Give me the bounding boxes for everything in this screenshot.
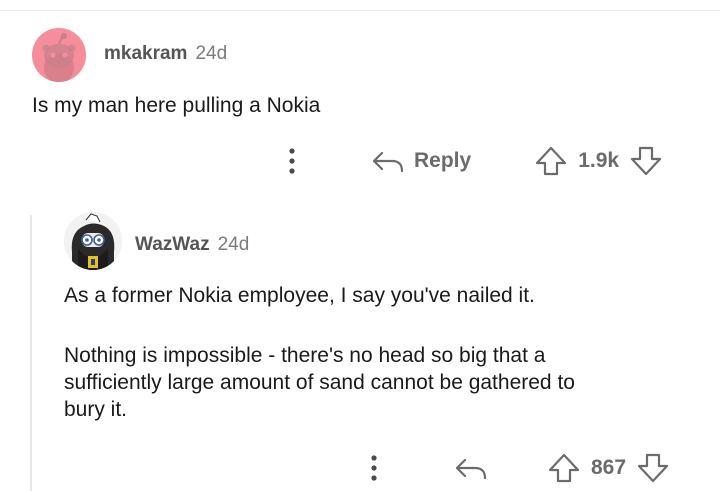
downvote-button[interactable] — [636, 453, 670, 483]
author-name[interactable]: WazWaz — [135, 234, 210, 256]
author-name[interactable]: mkakram — [104, 43, 187, 65]
snoo-avatar-icon — [42, 33, 76, 82]
downvote-button[interactable] — [629, 146, 663, 176]
vote-count: 1.9k — [578, 149, 620, 172]
reply-button[interactable]: Reply — [372, 143, 471, 179]
upvote-button[interactable] — [547, 453, 581, 483]
reply-body-line-2: sufficiently large amount of sand cannot… — [64, 371, 575, 394]
top-divider — [0, 10, 720, 11]
downvote-arrow-icon — [637, 453, 669, 483]
thread-line[interactable] — [30, 215, 32, 491]
reply-body-line-1: Nothing is impossible - there's no head … — [64, 344, 546, 367]
downvote-arrow-icon — [630, 146, 662, 176]
reply-body-line-3: bury it. — [64, 398, 128, 421]
reply-arrow-icon — [455, 458, 487, 479]
reply-body-paragraph-1: As a former Nokia employee, I say you've… — [64, 284, 535, 307]
avatar[interactable] — [32, 28, 86, 82]
avatar[interactable] — [64, 212, 122, 270]
more-options-button[interactable] — [360, 450, 388, 486]
upvote-arrow-icon — [536, 146, 567, 176]
comment-age: 24d — [195, 43, 228, 64]
comment-action-bar: Reply 1.9k — [278, 143, 663, 179]
comment-meta: mkakram 24d — [104, 43, 227, 65]
reply-button[interactable] — [455, 450, 487, 486]
more-vertical-icon — [371, 455, 377, 481]
comment-age: 24d — [217, 234, 250, 255]
upvote-arrow-icon — [548, 453, 580, 483]
reply-action-bar: 867 — [360, 450, 670, 486]
more-options-button[interactable] — [278, 143, 306, 179]
more-vertical-icon — [289, 148, 295, 174]
vote-count: 867 — [591, 456, 627, 479]
upvote-button[interactable] — [534, 146, 568, 176]
bearded-character-avatar-icon — [64, 212, 122, 270]
reply-arrow-icon — [372, 151, 404, 172]
reply-meta: WazWaz 24d — [135, 234, 249, 256]
comment-body: Is my man here pulling a Nokia — [32, 94, 321, 117]
reply-label: Reply — [414, 149, 472, 172]
